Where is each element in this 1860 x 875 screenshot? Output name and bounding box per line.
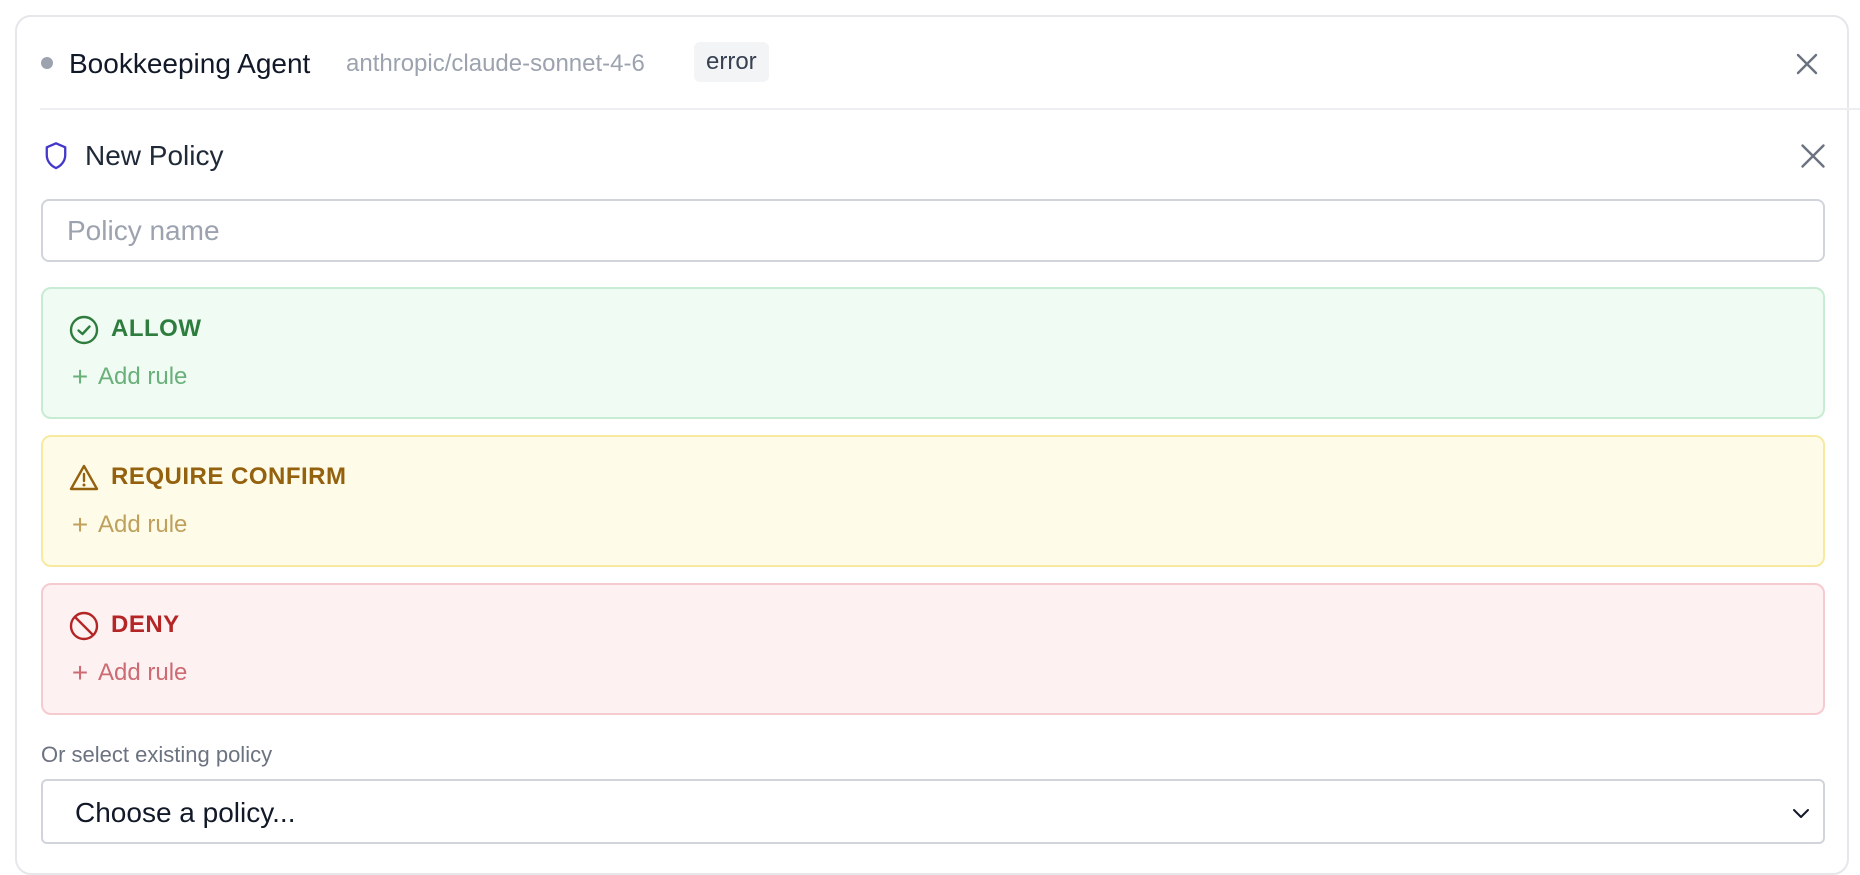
policy-title-row: New Policy bbox=[40, 136, 1860, 176]
close-icon[interactable] bbox=[1795, 138, 1831, 174]
chevron-down-icon bbox=[1793, 809, 1809, 818]
require-confirm-label: REQUIRE CONFIRM bbox=[111, 463, 347, 490]
policy-title: New Policy bbox=[85, 140, 224, 171]
status-dot bbox=[41, 57, 53, 69]
plus-icon: + bbox=[71, 509, 89, 540]
plus-icon: + bbox=[71, 657, 89, 688]
agent-header: Bookkeeping Agent anthropic/claude-sonne… bbox=[40, 16, 1860, 110]
close-icon[interactable] bbox=[1789, 46, 1825, 82]
require-confirm-section: REQUIRE CONFIRM + Add rule bbox=[41, 435, 1825, 567]
existing-policy-label: Or select existing policy bbox=[41, 742, 273, 767]
add-rule-label: Add rule bbox=[98, 363, 188, 390]
allow-add-rule-button[interactable]: + Add rule bbox=[68, 360, 188, 394]
shield-icon bbox=[45, 142, 67, 170]
agent-name: Bookkeeping Agent bbox=[69, 48, 311, 79]
select-value: Choose a policy... bbox=[75, 797, 296, 828]
add-rule-label: Add rule bbox=[98, 659, 188, 686]
deny-section: DENY + Add rule bbox=[41, 583, 1825, 715]
warning-triangle-icon bbox=[69, 464, 99, 491]
deny-label: DENY bbox=[111, 611, 180, 638]
allow-label: ALLOW bbox=[111, 315, 202, 342]
deny-add-rule-button[interactable]: + Add rule bbox=[68, 656, 188, 690]
model-name: anthropic/claude-sonnet-4-6 bbox=[346, 50, 645, 77]
allow-section: ALLOW + Add rule bbox=[41, 287, 1825, 419]
status-badge: error bbox=[694, 42, 769, 82]
policy-name-input[interactable] bbox=[41, 199, 1825, 262]
existing-policy-select[interactable]: Choose a policy... bbox=[41, 779, 1825, 844]
plus-icon: + bbox=[71, 361, 89, 392]
require-confirm-add-rule-button[interactable]: + Add rule bbox=[68, 508, 188, 542]
check-circle-icon bbox=[69, 315, 99, 345]
prohibited-icon bbox=[69, 611, 99, 641]
add-rule-label: Add rule bbox=[98, 511, 188, 538]
